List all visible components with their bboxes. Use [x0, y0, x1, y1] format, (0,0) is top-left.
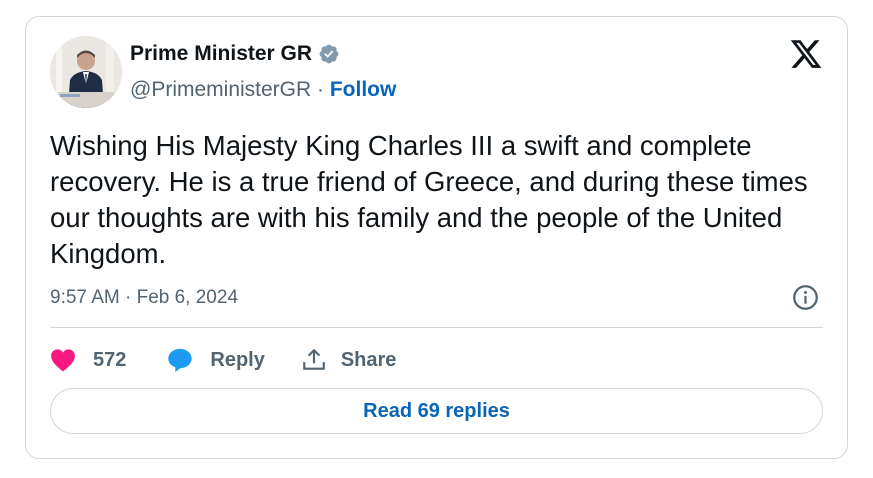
tweet-text: Wishing His Majesty King Charles III a s…: [50, 130, 808, 269]
action-bar: 572 Reply Share: [50, 343, 396, 377]
x-logo-icon[interactable]: [789, 37, 823, 71]
like-button[interactable]: 572: [50, 348, 126, 372]
share-upload-icon: [303, 349, 325, 370]
reply-button[interactable]: Reply: [166, 346, 265, 374]
like-count: 572: [93, 348, 127, 371]
handle-row: @PrimeministerGR · Follow: [130, 78, 396, 102]
read-replies-button[interactable]: Read 69 replies: [50, 388, 823, 434]
share-button[interactable]: Share: [301, 347, 397, 373]
handle-separator: ·: [311, 78, 330, 101]
share-label: Share: [340, 348, 397, 371]
timestamp-link[interactable]: 9:57 AM · Feb 6, 2024: [50, 287, 238, 309]
avatar[interactable]: [50, 36, 122, 108]
author-name-row[interactable]: Prime Minister GR: [130, 42, 340, 66]
divider: [50, 327, 823, 328]
reply-label: Reply: [210, 348, 265, 371]
tweet-card: Prime Minister GR @PrimeministerGR · Fol…: [25, 16, 848, 459]
author-handle[interactable]: @PrimeministerGR: [130, 78, 311, 101]
follow-button[interactable]: Follow: [330, 78, 397, 101]
heart-icon: [51, 349, 75, 372]
info-icon[interactable]: [792, 284, 819, 311]
verified-badge-icon: [318, 43, 340, 65]
read-replies-label: Read 69 replies: [363, 399, 510, 422]
author-name[interactable]: Prime Minister GR: [130, 42, 312, 66]
speech-bubble-icon: [168, 348, 193, 372]
